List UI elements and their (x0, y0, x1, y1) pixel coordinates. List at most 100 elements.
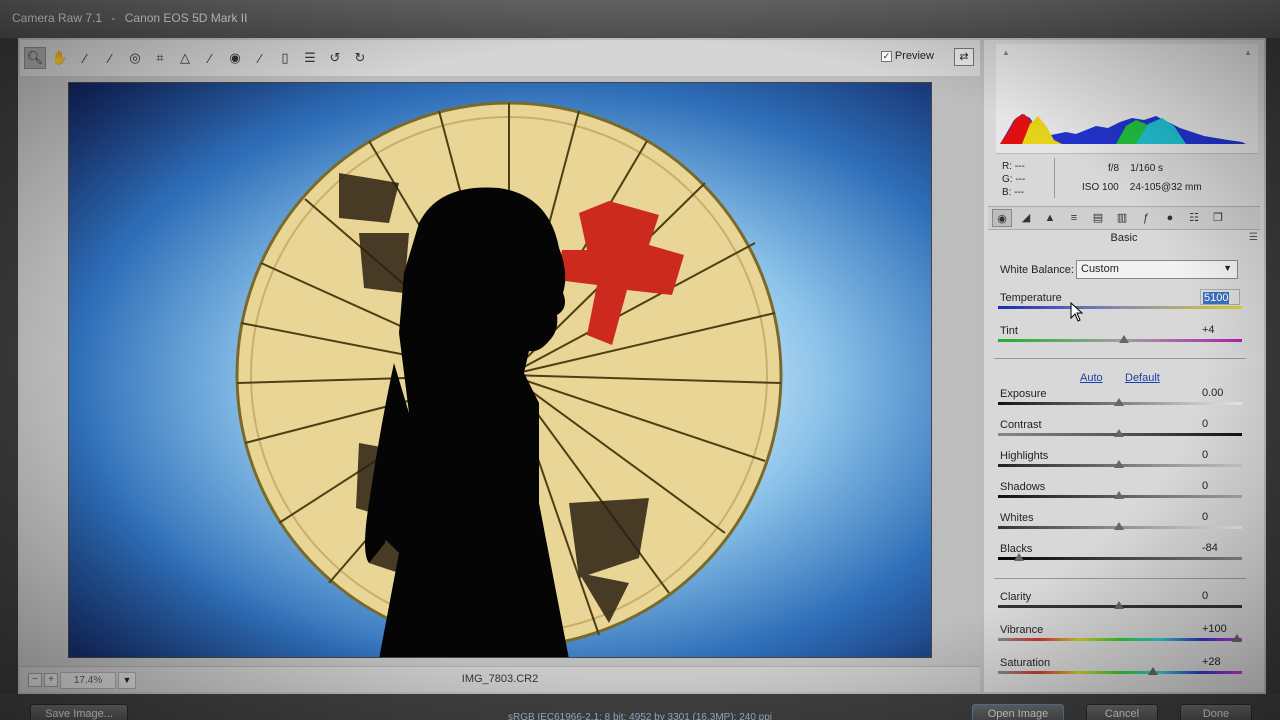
histogram-graph (1000, 114, 1246, 144)
color-sampler-icon[interactable]: ⁄ (99, 47, 121, 69)
effects-tab-icon[interactable]: ƒ (1136, 209, 1156, 227)
shadows-slider[interactable]: Shadows 0 (998, 478, 1242, 511)
temperature-value[interactable]: 5100 (1200, 289, 1240, 305)
app-title: Camera Raw 7.1 (12, 11, 103, 25)
saturation-slider[interactable]: Saturation +28 (998, 654, 1242, 687)
toolbar: 🔍︎ ✋ ⁄ ⁄ ◎ ⌗ △ ⁄ ◉ ⁄ ▯ ☰ ↺ ↻ ✓ Preview ⇄ (20, 40, 980, 76)
cancel-button[interactable]: Cancel (1086, 704, 1158, 720)
crop-icon[interactable]: ⌗ (149, 47, 171, 69)
vibrance-slider[interactable]: Vibrance +100 (998, 623, 1242, 654)
exposure-thumb[interactable] (1114, 398, 1124, 406)
saturation-value[interactable]: +28 (1200, 654, 1240, 670)
image-canvas (20, 78, 980, 664)
saturation-thumb[interactable] (1148, 667, 1158, 675)
split-toning-tab-icon[interactable]: ▤ (1088, 209, 1108, 227)
rotate-ccw-icon[interactable]: ↺ (324, 47, 346, 69)
graduated-filter-icon[interactable]: ▯ (274, 47, 296, 69)
shadows-value[interactable]: 0 (1200, 478, 1240, 494)
panel-menu-icon[interactable]: ☰ (1249, 232, 1258, 243)
straighten-icon[interactable]: △ (174, 47, 196, 69)
preview-checkbox[interactable]: ✓ (880, 50, 892, 62)
preview-toggle[interactable]: ✓ Preview (880, 50, 934, 62)
camera-model: Canon EOS 5D Mark II (124, 11, 248, 25)
temperature-slider[interactable]: Temperature 5100 (998, 289, 1242, 322)
exposure-value[interactable]: 0.00 (1200, 385, 1240, 401)
vibrance-label: Vibrance (1000, 624, 1044, 636)
file-name: IMG_7803.CR2 (461, 673, 539, 685)
histogram: ▲ ▲ (996, 44, 1258, 154)
highlights-thumb[interactable] (1114, 460, 1124, 468)
default-link[interactable]: Default (1125, 372, 1160, 384)
vibrance-track[interactable] (998, 638, 1242, 641)
title-separator: - (111, 11, 116, 25)
auto-link[interactable]: Auto (1080, 372, 1103, 384)
blue-readout: B: --- (1002, 187, 1025, 198)
exposure-slider[interactable]: Exposure 0.00 (998, 385, 1242, 418)
tone-curve-tab-icon[interactable]: ◢ (1016, 209, 1036, 227)
info-readout: R: --- G: --- B: --- f/8 1/160 s ISO 100… (996, 156, 1258, 204)
clarity-label: Clarity (1000, 591, 1032, 603)
contrast-value[interactable]: 0 (1200, 416, 1240, 432)
clarity-slider[interactable]: Clarity 0 (998, 588, 1242, 621)
temperature-label: Temperature (1000, 292, 1062, 304)
preview-image (68, 82, 932, 658)
blacks-track[interactable] (998, 557, 1242, 560)
red-eye-icon[interactable]: ◉ (224, 47, 246, 69)
mouse-cursor-icon (1070, 302, 1084, 322)
contrast-thumb[interactable] (1114, 429, 1124, 437)
snapshots-tab-icon[interactable]: ❐ (1208, 209, 1228, 227)
contrast-slider[interactable]: Contrast 0 (998, 416, 1242, 449)
hsl-tab-icon[interactable]: ≡ (1064, 209, 1084, 227)
green-readout: G: --- (1002, 174, 1026, 185)
camera-calibration-tab-icon[interactable]: ● (1160, 209, 1180, 227)
tint-thumb[interactable] (1119, 335, 1129, 343)
highlight-clip-warning-icon[interactable]: ▲ (1244, 48, 1252, 57)
title-bar: Camera Raw 7.1 - Canon EOS 5D Mark II (0, 0, 1280, 38)
panel-tabs: ◉ ◢ ▲ ≡ ▤ ▥ ƒ ● ☷ ❐ (988, 206, 1260, 230)
spot-removal-icon[interactable]: ⁄ (199, 47, 221, 69)
adjustments-panel: ▲ ▲ R: --- G: --- B: --- f/8 1/160 s ISO… (984, 40, 1264, 692)
lens-corrections-tab-icon[interactable]: ▥ (1112, 209, 1132, 227)
preferences-icon[interactable]: ☰ (299, 47, 321, 69)
target-adjust-icon[interactable]: ◎ (124, 47, 146, 69)
vibrance-thumb[interactable] (1232, 634, 1242, 642)
whites-thumb[interactable] (1114, 522, 1124, 530)
zoom-icon[interactable]: 🔍︎ (24, 47, 46, 69)
clarity-thumb[interactable] (1114, 601, 1124, 609)
status-bar: − + 17.4% ▼ IMG_7803.CR2 (20, 666, 980, 692)
detail-tab-icon[interactable]: ▲ (1040, 209, 1060, 227)
blacks-thumb[interactable] (1014, 553, 1024, 561)
blacks-slider[interactable]: Blacks -84 (998, 540, 1242, 573)
clarity-value[interactable]: 0 (1200, 588, 1240, 604)
hand-icon[interactable]: ✋ (49, 47, 71, 69)
white-balance-select[interactable]: Custom ▼ (1076, 260, 1238, 279)
presets-tab-icon[interactable]: ☷ (1184, 209, 1204, 227)
blacks-value[interactable]: -84 (1200, 540, 1240, 556)
done-button[interactable]: Done (1180, 704, 1252, 720)
whites-slider[interactable]: Whites 0 (998, 509, 1242, 542)
iso-lens: ISO 100 24-105@32 mm (1082, 182, 1202, 193)
whites-value[interactable]: 0 (1200, 509, 1240, 525)
temperature-value-text: 5100 (1203, 292, 1230, 304)
white-balance-icon[interactable]: ⁄ (74, 47, 96, 69)
shadow-clip-warning-icon[interactable]: ▲ (1002, 48, 1010, 57)
chevron-down-icon: ▼ (1223, 263, 1232, 273)
open-image-button[interactable]: Open Image (972, 704, 1064, 720)
highlights-value[interactable]: 0 (1200, 447, 1240, 463)
tint-value[interactable]: +4 (1200, 322, 1240, 338)
tint-slider[interactable]: Tint +4 (998, 322, 1242, 355)
temperature-track[interactable] (998, 306, 1242, 309)
rotate-cw-icon[interactable]: ↻ (349, 47, 371, 69)
info-divider (1054, 158, 1055, 198)
exposure-label: Exposure (1000, 388, 1047, 400)
white-balance-label: White Balance: (1000, 264, 1074, 276)
fullscreen-toggle-icon[interactable]: ⇄ (954, 48, 974, 66)
basic-tab-icon[interactable]: ◉ (992, 209, 1012, 227)
contrast-label: Contrast (1000, 419, 1042, 431)
highlights-slider[interactable]: Highlights 0 (998, 447, 1242, 480)
saturation-label: Saturation (1000, 657, 1051, 669)
adjustment-brush-icon[interactable]: ⁄ (249, 47, 271, 69)
saturation-track[interactable] (998, 671, 1242, 674)
shadows-thumb[interactable] (1114, 491, 1124, 499)
whites-label: Whites (1000, 512, 1034, 524)
